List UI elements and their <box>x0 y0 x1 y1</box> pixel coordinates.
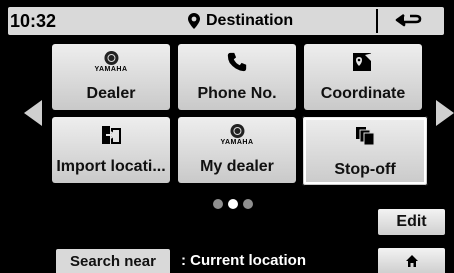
tile-label: Dealer <box>86 85 136 102</box>
map-pin-icon <box>352 51 374 73</box>
page-dot <box>213 199 223 209</box>
yamaha-logo-icon: YAMAHA <box>94 51 127 73</box>
search-near-value: : Current location <box>181 252 307 269</box>
tile-label: Coordinate <box>320 85 406 102</box>
search-near-button[interactable]: Search near <box>56 249 170 273</box>
back-button[interactable] <box>376 9 440 33</box>
location-pin-icon <box>188 13 200 29</box>
header-bar: 10:32 Destination <box>8 7 444 35</box>
page-title: Destination <box>206 12 294 29</box>
previous-page-arrow[interactable] <box>24 100 42 126</box>
page-dot <box>243 199 253 209</box>
home-icon <box>405 254 418 267</box>
page-dot-active <box>228 199 238 209</box>
tile-coordinate[interactable]: Coordinate <box>304 44 422 110</box>
tile-dealer[interactable]: YAMAHA Dealer <box>52 44 170 110</box>
tile-stop-off[interactable]: Stop-off <box>302 116 428 186</box>
tile-label: Import locati... <box>56 158 166 175</box>
page-indicator <box>213 199 253 209</box>
tile-label: Stop-off <box>334 161 396 178</box>
tile-my-dealer[interactable]: YAMAHA My dealer <box>178 117 296 183</box>
next-page-arrow[interactable] <box>436 100 454 126</box>
clock: 10:32 <box>10 11 57 31</box>
yamaha-logo-icon: YAMAHA <box>220 124 253 146</box>
stacked-pages-icon <box>355 126 375 146</box>
title-group: Destination <box>188 7 293 35</box>
edit-button[interactable]: Edit <box>378 209 445 235</box>
tile-phone-number[interactable]: Phone No. <box>178 44 296 110</box>
tile-label: My dealer <box>200 158 274 175</box>
navigation-screen: 10:32 Destination YAMAHA Dealer Phone No… <box>0 0 454 273</box>
return-arrow-icon <box>395 13 422 27</box>
home-button[interactable] <box>378 248 445 273</box>
import-icon <box>100 124 122 146</box>
phone-icon <box>226 51 248 73</box>
tile-import-location[interactable]: Import locati... <box>52 117 170 183</box>
tile-label: Phone No. <box>197 85 277 102</box>
